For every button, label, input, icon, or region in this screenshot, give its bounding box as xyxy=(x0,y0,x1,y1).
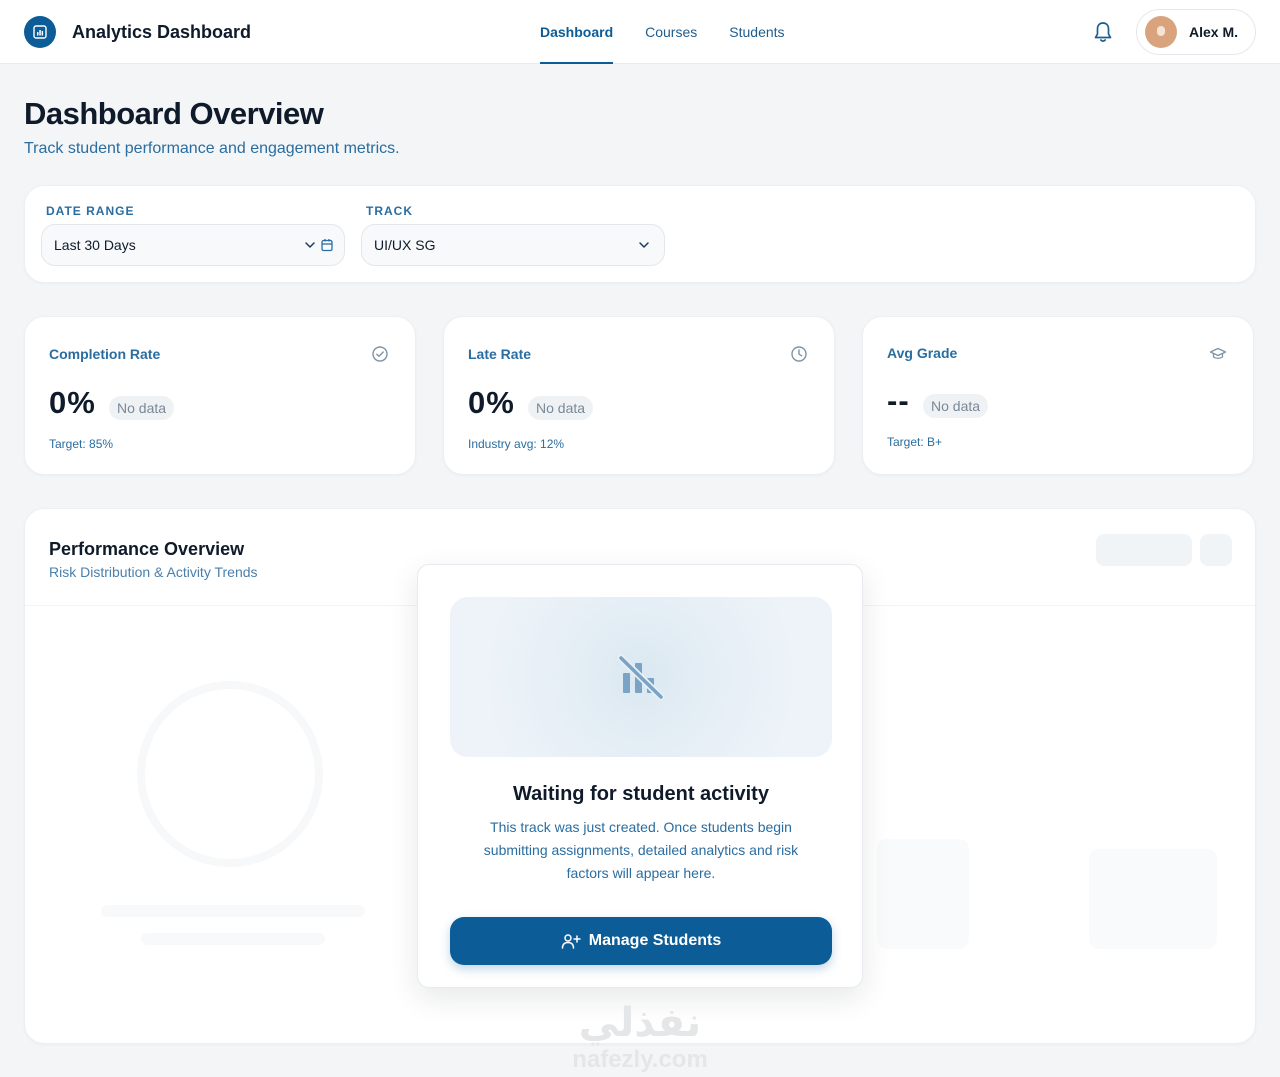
skeleton-button xyxy=(1096,534,1192,566)
notification-bell-icon[interactable] xyxy=(1092,20,1114,44)
clock-icon xyxy=(791,346,807,362)
analytics-logo-icon xyxy=(24,16,56,48)
chart-off-icon xyxy=(617,654,665,701)
user-menu[interactable]: Alex M. xyxy=(1136,9,1256,55)
filters-card: DATE RANGE Last 30 Days TRACK UI/UX SG xyxy=(24,185,1256,283)
metric-value: -- xyxy=(887,383,910,418)
empty-state-title: Waiting for student activity xyxy=(513,783,769,805)
metric-label: Avg Grade xyxy=(887,345,958,361)
skeleton-bar xyxy=(1089,849,1217,949)
brand[interactable]: Analytics Dashboard xyxy=(24,16,251,48)
nav-tab-students[interactable]: Students xyxy=(729,0,784,64)
graduation-cap-icon xyxy=(1209,347,1227,360)
track-value: UI/UX SG xyxy=(374,237,436,253)
add-user-icon xyxy=(561,934,581,949)
metric-target: Target: 85% xyxy=(49,437,114,451)
watermark-latin: nafezly.com xyxy=(572,1046,708,1073)
empty-state-modal: Waiting for student activity This track … xyxy=(417,564,863,988)
date-range-label: DATE RANGE xyxy=(46,204,135,218)
status-badge: No data xyxy=(109,396,175,420)
check-circle-icon xyxy=(372,346,388,362)
track-select[interactable]: UI/UX SG xyxy=(361,224,665,266)
nav-tab-courses[interactable]: Courses xyxy=(645,0,697,64)
metric-label: Late Rate xyxy=(468,346,532,362)
empty-state-illustration xyxy=(450,597,832,757)
panel-subtitle: Risk Distribution & Activity Trends xyxy=(49,564,258,580)
nav-tab-dashboard[interactable]: Dashboard xyxy=(540,0,614,64)
chevron-down-icon xyxy=(639,242,649,248)
donut-chart-placeholder xyxy=(137,681,323,867)
user-name: Alex M. xyxy=(1189,24,1239,40)
avatar xyxy=(1145,16,1177,48)
metric-benchmark: Industry avg: 12% xyxy=(468,437,565,451)
watermark: نفذلي nafezly.com xyxy=(560,1000,720,1074)
panel-title: Performance Overview xyxy=(49,539,245,559)
track-label: TRACK xyxy=(366,204,413,218)
metric-card-late-rate: Late Rate 0% No data Industry avg: 12% xyxy=(443,316,835,475)
main-nav: Dashboard Courses Students xyxy=(540,0,785,64)
calendar-icon xyxy=(321,239,333,252)
status-badge: No data xyxy=(528,396,594,420)
manage-students-button[interactable]: Manage Students xyxy=(450,917,832,965)
page-title: Dashboard Overview xyxy=(24,96,324,131)
metric-card-completion-rate: Completion Rate 0% No data Target: 85% xyxy=(24,316,416,475)
skeleton-text xyxy=(141,933,325,945)
metric-target: Target: B+ xyxy=(887,435,943,449)
top-navigation-bar: Analytics Dashboard Dashboard Courses St… xyxy=(0,0,1280,64)
page-subtitle: Track student performance and engagement… xyxy=(24,140,400,157)
status-badge: No data xyxy=(923,394,989,418)
metric-card-avg-grade: Avg Grade -- No data Target: B+ xyxy=(862,316,1254,475)
date-range-select[interactable]: Last 30 Days xyxy=(41,224,345,266)
date-range-value: Last 30 Days xyxy=(54,237,136,253)
button-label: Manage Students xyxy=(588,932,722,949)
watermark-arabic: نفذلي xyxy=(578,1000,702,1046)
skeleton-button xyxy=(1200,534,1232,566)
app-title: Analytics Dashboard xyxy=(72,21,252,42)
metric-label: Completion Rate xyxy=(49,346,161,362)
chevron-down-icon xyxy=(305,242,315,248)
skeleton-text xyxy=(101,905,365,917)
empty-state-description: This track was just created. Once studen… xyxy=(483,819,799,881)
metric-value: 0% xyxy=(468,385,515,420)
metric-value: 0% xyxy=(49,385,96,420)
skeleton-bar xyxy=(877,839,969,949)
